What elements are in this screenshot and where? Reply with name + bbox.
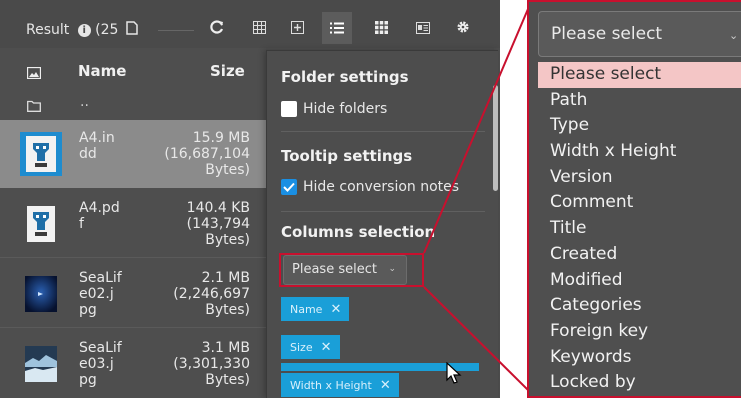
sea-photo-thumb <box>20 272 62 316</box>
indesign-doc-thumb <box>20 132 62 176</box>
column-chip-name: Name ✕ <box>281 297 350 321</box>
card-view-button[interactable] <box>408 12 438 44</box>
file-size: 140.4 KB (143,794 Bytes) <box>186 200 250 248</box>
list-icon <box>330 19 344 38</box>
zoom-select-value: Please select <box>551 24 663 44</box>
option-version[interactable]: Version <box>538 165 741 191</box>
grid-icon <box>252 19 266 38</box>
card-icon <box>416 19 430 38</box>
folder-settings-title: Folder settings <box>281 68 409 86</box>
parent-folder-row[interactable]: .. <box>0 90 268 118</box>
hide-folders-label: Hide folders <box>303 101 388 117</box>
mouse-cursor-icon <box>446 361 462 388</box>
zoom-columns-select[interactable]: Please select ⌄ <box>538 11 741 57</box>
column-header-name[interactable]: Name <box>78 62 126 80</box>
option-type[interactable]: Type <box>538 113 741 139</box>
option-categories[interactable]: Categories <box>538 293 741 319</box>
file-icon <box>126 21 138 39</box>
option-width-height[interactable]: Width x Height <box>538 139 741 165</box>
chip-label: Name <box>290 303 323 316</box>
zoom-callout-panel: Please select ⌄ Please select Path Type … <box>527 0 741 398</box>
settings-button[interactable] <box>448 12 478 44</box>
divider <box>281 131 485 132</box>
file-size: 3.1 MB (3,301,330 Bytes) <box>173 340 250 388</box>
file-browser-panel: Result i (25 Name Size .. A4.in dd 15.9 … <box>0 0 500 398</box>
result-count-label: Result i (25 <box>26 21 138 39</box>
close-icon[interactable]: ✕ <box>321 340 332 355</box>
option-keywords[interactable]: Keywords <box>538 345 741 371</box>
chip-label: Width x Height <box>290 379 372 392</box>
column-chip-width-height: Width x Height ✕ <box>281 373 399 397</box>
option-created[interactable]: Created <box>538 242 741 268</box>
image-icon <box>26 64 42 83</box>
grid-view-button[interactable] <box>244 12 274 44</box>
table-row[interactable]: A4.pd f 140.4 KB (143,794 Bytes) <box>0 190 268 258</box>
list-view-button[interactable] <box>322 12 352 44</box>
option-foreign-key[interactable]: Foreign key <box>538 319 741 345</box>
option-modified[interactable]: Modified <box>538 268 741 294</box>
check-icon[interactable] <box>281 179 297 195</box>
file-size: 2.1 MB (2,246,697 Bytes) <box>173 270 250 318</box>
ice-photo-thumb <box>20 342 62 386</box>
settings-popover: Folder settings Hide folders Tooltip set… <box>266 50 498 398</box>
expand-button[interactable] <box>282 12 312 44</box>
table-row[interactable]: SeaLif e03.j pg 3.1 MB (3,301,330 Bytes) <box>0 330 268 398</box>
refresh-icon <box>210 19 224 38</box>
thumbnails-icon <box>374 19 388 38</box>
row-divider <box>0 257 268 258</box>
close-icon[interactable]: ✕ <box>380 378 391 393</box>
table-row[interactable]: A4.in dd 15.9 MB (16,687,104 Bytes) <box>0 120 268 188</box>
parent-folder-label: .. <box>80 94 89 110</box>
row-divider <box>0 327 268 328</box>
result-count: (25 <box>95 22 119 38</box>
plus-square-icon <box>290 19 304 38</box>
option-comment[interactable]: Comment <box>538 190 741 216</box>
checkbox-unchecked[interactable] <box>281 101 297 117</box>
refresh-button[interactable] <box>202 12 232 44</box>
tooltip-settings-title: Tooltip settings <box>281 147 413 165</box>
file-size: 15.9 MB (16,687,104 Bytes) <box>164 130 250 178</box>
option-locked-by[interactable]: Locked by <box>538 370 741 396</box>
table-row[interactable]: SeaLif e02.j pg 2.1 MB (2,246,697 Bytes) <box>0 260 268 328</box>
option-please-select[interactable]: Please select <box>538 62 741 88</box>
scrollbar[interactable] <box>493 85 498 191</box>
column-header-row: Name Size <box>0 52 268 88</box>
option-path[interactable]: Path <box>538 88 741 114</box>
thumbnail-view-button[interactable] <box>366 12 396 44</box>
hide-folders-checkbox[interactable]: Hide folders <box>281 101 387 117</box>
chip-label: Size <box>290 341 313 354</box>
result-prefix: Result <box>26 22 70 38</box>
close-icon[interactable]: ✕ <box>330 302 341 317</box>
pdf-doc-thumb <box>20 202 62 246</box>
chevron-down-icon: ⌄ <box>729 29 739 42</box>
folder-icon <box>27 97 41 116</box>
hide-conversion-notes-checkbox[interactable]: Hide conversion notes <box>281 179 459 195</box>
option-title[interactable]: Title <box>538 216 741 242</box>
dropdown-options-list: Please select Path Type Width x Height V… <box>538 62 741 396</box>
column-header-size[interactable]: Size <box>210 62 245 80</box>
columns-selection-title: Columns selection <box>281 223 436 241</box>
toolbar-divider <box>158 30 194 31</box>
toolbar: Result i (25 <box>0 0 500 48</box>
info-icon[interactable]: i <box>77 23 91 37</box>
divider <box>281 211 485 212</box>
gear-icon <box>456 19 470 38</box>
hide-conversion-notes-label: Hide conversion notes <box>303 179 460 195</box>
column-chip-size: Size ✕ <box>281 335 340 359</box>
highlight-frame <box>279 253 424 287</box>
